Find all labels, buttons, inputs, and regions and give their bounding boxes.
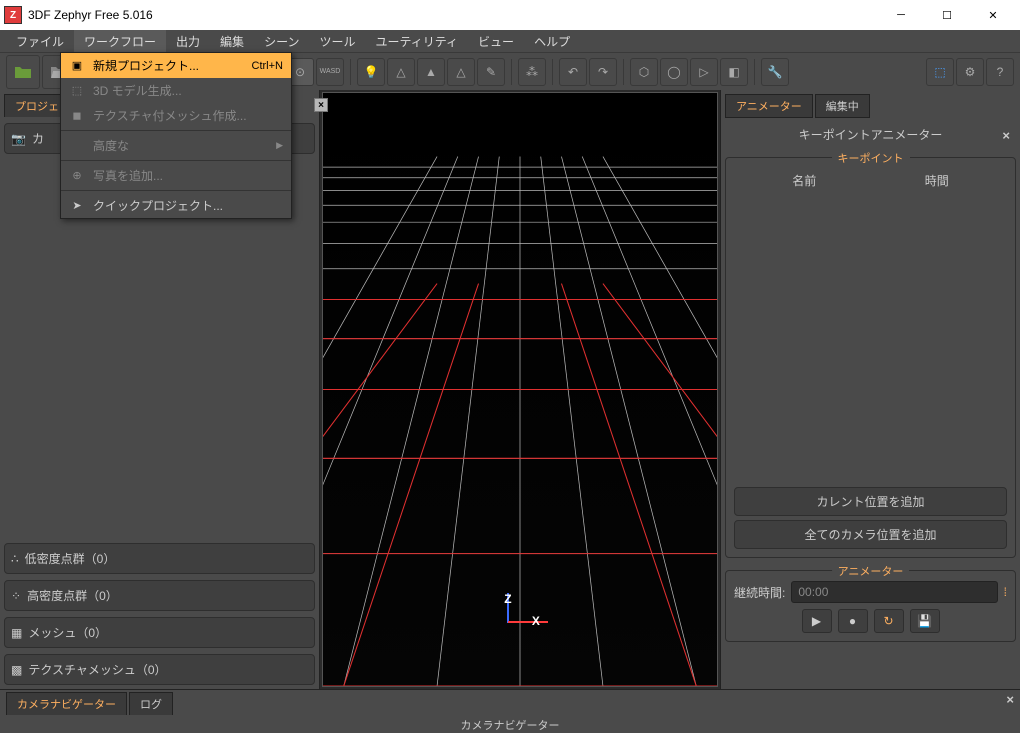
add-current-button[interactable]: カレント位置を追加 bbox=[734, 487, 1007, 516]
cursor-icon[interactable]: ▷ bbox=[690, 58, 718, 86]
col-name: 名前 bbox=[792, 172, 816, 189]
keypoint-fieldset: キーポイント 名前 時間 カレント位置を追加 全てのカメラ位置を追加 bbox=[725, 157, 1016, 558]
points-dense-icon: ⁘ bbox=[11, 589, 21, 603]
folder-new-icon[interactable] bbox=[6, 55, 40, 89]
axis-x-line bbox=[508, 621, 548, 623]
plus-circle-icon: ⊕ bbox=[69, 168, 85, 184]
texmesh-label: テクスチャメッシュ（0） bbox=[28, 661, 166, 678]
menu-output[interactable]: 出力 bbox=[166, 30, 210, 53]
texmesh-create-label: テクスチャ付メッシュ作成... bbox=[93, 107, 247, 124]
axis-z-label: Z bbox=[504, 592, 511, 606]
viewport-3d[interactable]: Z X bbox=[322, 92, 718, 687]
gen-3d-label: 3D モデル生成... bbox=[93, 82, 182, 99]
tab-log[interactable]: ログ bbox=[129, 692, 173, 715]
menu-workflow[interactable]: ワークフロー bbox=[74, 30, 166, 53]
panel-close-icon[interactable]: × bbox=[1002, 128, 1010, 143]
high-density-row[interactable]: ⁘ 高密度点群（0） bbox=[4, 580, 315, 611]
help-icon[interactable]: ? bbox=[986, 58, 1014, 86]
animator-title: キーポイントアニメーター bbox=[725, 124, 1016, 145]
mesh-row[interactable]: ▦ メッシュ（0） bbox=[4, 617, 315, 648]
tab-camera-nav[interactable]: カメラナビゲーター bbox=[6, 692, 127, 715]
close-button[interactable]: ✕ bbox=[970, 0, 1016, 30]
quick-label: クイックプロジェクト... bbox=[93, 197, 223, 214]
triangle-2-icon[interactable]: ▲ bbox=[417, 58, 445, 86]
send-icon: ➤ bbox=[69, 198, 85, 214]
titlebar: Z 3DF Zephyr Free 5.016 ─ ☐ ✕ bbox=[0, 0, 1020, 30]
redo-icon[interactable]: ↷ bbox=[589, 58, 617, 86]
menu-utility[interactable]: ユーティリティ bbox=[365, 30, 468, 53]
bottom-close-icon[interactable]: × bbox=[1006, 692, 1014, 707]
circle-icon[interactable]: ◯ bbox=[660, 58, 688, 86]
play-button[interactable]: ▶ bbox=[802, 609, 832, 633]
duration-stepper-icon[interactable]: ⁞ bbox=[1004, 585, 1007, 599]
undo-icon[interactable]: ↶ bbox=[559, 58, 587, 86]
viewport-tab-close-icon[interactable]: × bbox=[314, 98, 328, 112]
app-icon: Z bbox=[4, 6, 22, 24]
advanced-label: 高度な bbox=[93, 137, 129, 154]
texmesh-icon: ▩ bbox=[11, 663, 22, 677]
brush-icon[interactable]: ✎ bbox=[477, 58, 505, 86]
new-project-label: 新規プロジェクト... bbox=[93, 57, 199, 74]
maximize-button[interactable]: ☐ bbox=[924, 0, 970, 30]
save-anim-button[interactable]: 💾 bbox=[910, 609, 940, 633]
loop-button[interactable]: ↻ bbox=[874, 609, 904, 633]
menu-new-project[interactable]: ▣ 新規プロジェクト... Ctrl+N bbox=[61, 53, 291, 78]
menu-3d-generate: ⬚ 3D モデル生成... bbox=[61, 78, 291, 103]
menu-add-photo: ⊕ 写真を追加... bbox=[61, 163, 291, 188]
window-title: 3DF Zephyr Free 5.016 bbox=[28, 8, 878, 22]
camera-icon: 📷 bbox=[11, 132, 26, 146]
camera-label: カ bbox=[32, 130, 44, 147]
cube-solid-icon: ◼ bbox=[69, 108, 85, 124]
wrench-icon[interactable]: 🔧 bbox=[761, 58, 789, 86]
texmesh-row[interactable]: ▩ テクスチャメッシュ（0） bbox=[4, 654, 315, 685]
submenu-arrow-icon: ▶ bbox=[276, 140, 283, 151]
tab-animator[interactable]: アニメーター bbox=[725, 94, 813, 118]
add-photo-label: 写真を追加... bbox=[93, 167, 163, 184]
mesh-icon: ▦ bbox=[11, 626, 22, 640]
new-project-shortcut: Ctrl+N bbox=[252, 60, 283, 72]
wasd-icon[interactable]: WASD bbox=[316, 58, 344, 86]
bottom-panel: カメラナビゲーター ログ × カメラナビゲーター bbox=[0, 689, 1020, 723]
shape-1-icon[interactable]: ⬡ bbox=[630, 58, 658, 86]
low-density-label: 低密度点群（0） bbox=[25, 550, 116, 567]
duration-label: 継続時間: bbox=[734, 584, 785, 601]
workflow-dropdown: ▣ 新規プロジェクト... Ctrl+N ⬚ 3D モデル生成... ◼ テクス… bbox=[60, 52, 292, 219]
animator-fieldset: アニメーター 継続時間: 00:00 ⁞ ▶ ● ↻ 💾 bbox=[725, 570, 1016, 642]
cube-icon[interactable]: ◧ bbox=[720, 58, 748, 86]
high-density-label: 高密度点群（0） bbox=[27, 587, 118, 604]
keypoint-legend: キーポイント bbox=[832, 150, 910, 166]
menu-edit[interactable]: 編集 bbox=[210, 30, 254, 53]
menu-help[interactable]: ヘルプ bbox=[524, 30, 580, 53]
menu-scene[interactable]: シーン bbox=[254, 30, 309, 53]
triangle-3-icon[interactable]: △ bbox=[447, 58, 475, 86]
gear-icon[interactable]: ⚙ bbox=[956, 58, 984, 86]
menu-advanced[interactable]: 高度な ▶ bbox=[61, 133, 291, 158]
menu-file[interactable]: ファイル bbox=[6, 30, 74, 53]
mesh-label: メッシュ（0） bbox=[28, 624, 107, 641]
low-density-row[interactable]: ∴ 低密度点群（0） bbox=[4, 543, 315, 574]
menu-texmesh-create: ◼ テクスチャ付メッシュ作成... bbox=[61, 103, 291, 128]
tab-editing[interactable]: 編集中 bbox=[815, 94, 870, 118]
points-sparse-icon: ∴ bbox=[11, 552, 19, 566]
col-time: 時間 bbox=[925, 172, 949, 189]
menubar: ファイル ワークフロー 出力 編集 シーン ツール ユーティリティ ビュー ヘル… bbox=[0, 30, 1020, 52]
light-icon[interactable]: 💡 bbox=[357, 58, 385, 86]
bottom-title: カメラナビゲーター bbox=[0, 717, 1020, 733]
camera-settings-icon[interactable]: ⁂ bbox=[518, 58, 546, 86]
menu-quick-project[interactable]: ➤ クイックプロジェクト... bbox=[61, 193, 291, 218]
record-button[interactable]: ● bbox=[838, 609, 868, 633]
triangle-1-icon[interactable]: △ bbox=[387, 58, 415, 86]
animator-legend: アニメーター bbox=[832, 563, 910, 579]
keypoint-list bbox=[734, 193, 1007, 483]
duration-input[interactable]: 00:00 bbox=[791, 581, 997, 603]
box-3d-icon[interactable]: ⬚ bbox=[926, 58, 954, 86]
cube-wire-icon: ⬚ bbox=[69, 83, 85, 99]
menu-tools[interactable]: ツール bbox=[309, 30, 365, 53]
add-all-button[interactable]: 全てのカメラ位置を追加 bbox=[734, 520, 1007, 549]
menu-view[interactable]: ビュー bbox=[468, 30, 524, 53]
minimize-button[interactable]: ─ bbox=[878, 0, 924, 30]
right-panel: アニメーター 編集中 キーポイントアニメーター × キーポイント 名前 時間 カ… bbox=[720, 90, 1020, 689]
new-project-icon: ▣ bbox=[69, 58, 85, 74]
axis-x-label: X bbox=[532, 614, 540, 628]
